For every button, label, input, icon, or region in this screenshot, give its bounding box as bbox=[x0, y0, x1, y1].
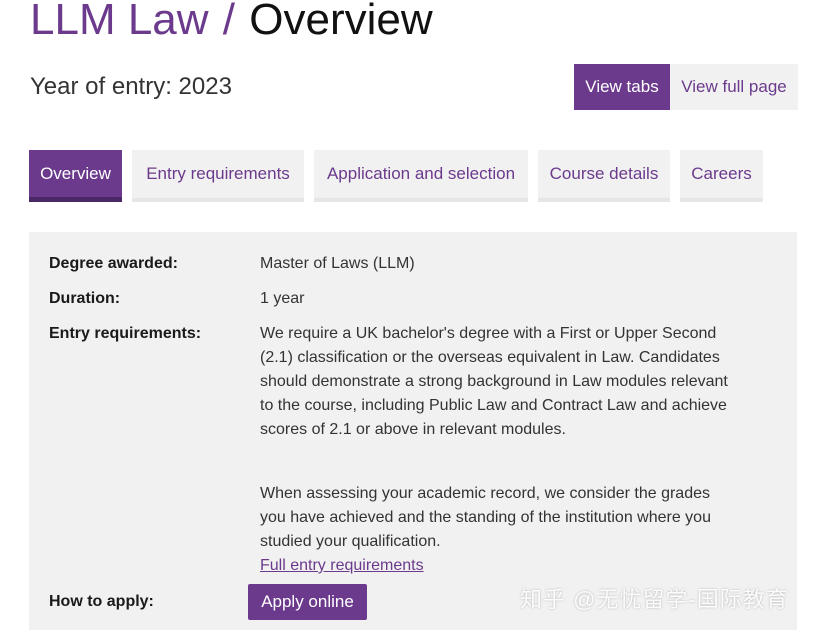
entry-requirements-label: Entry requirements: bbox=[49, 325, 202, 342]
year-of-entry: Year of entry: 2023 bbox=[30, 73, 232, 100]
current-page-title: Overview bbox=[249, 0, 433, 44]
tab-application-and-selection[interactable]: Application and selection bbox=[314, 150, 528, 202]
entry-requirements-text: We require a UK bachelor's degree with a… bbox=[260, 325, 728, 438]
tab-entry-requirements[interactable]: Entry requirements bbox=[132, 150, 304, 202]
watermark: 知乎 @无忧留学-国际教育 bbox=[520, 587, 789, 612]
duration-value: 1 year bbox=[260, 290, 305, 307]
tab-course-details[interactable]: Course details bbox=[538, 150, 670, 202]
degree-awarded-value: Master of Laws (LLM) bbox=[260, 255, 415, 272]
how-to-apply-label: How to apply: bbox=[49, 593, 154, 610]
tab-careers[interactable]: Careers bbox=[680, 150, 763, 202]
view-full-page-button[interactable]: View full page bbox=[670, 64, 798, 110]
page-title: LLM Law / Overview bbox=[30, 0, 433, 46]
view-toggle: View tabs View full page bbox=[574, 64, 798, 110]
duration-label: Duration: bbox=[49, 290, 121, 307]
full-entry-requirements-link[interactable]: Full entry requirements bbox=[260, 554, 424, 578]
academic-record-text: When assessing your academic record, we … bbox=[260, 485, 711, 550]
view-tabs-button[interactable]: View tabs bbox=[574, 64, 670, 110]
course-page: LLM Law / Overview Year of entry: 2023 V… bbox=[0, 0, 824, 630]
degree-awarded-label: Degree awarded: bbox=[49, 255, 178, 272]
course-breadcrumb[interactable]: LLM Law bbox=[30, 0, 209, 44]
apply-online-button[interactable]: Apply online bbox=[248, 584, 367, 620]
tab-overview[interactable]: Overview bbox=[29, 150, 122, 202]
overview-panel: Degree awarded: Master of Laws (LLM) Dur… bbox=[29, 232, 797, 630]
breadcrumb-separator: / bbox=[222, 0, 236, 44]
